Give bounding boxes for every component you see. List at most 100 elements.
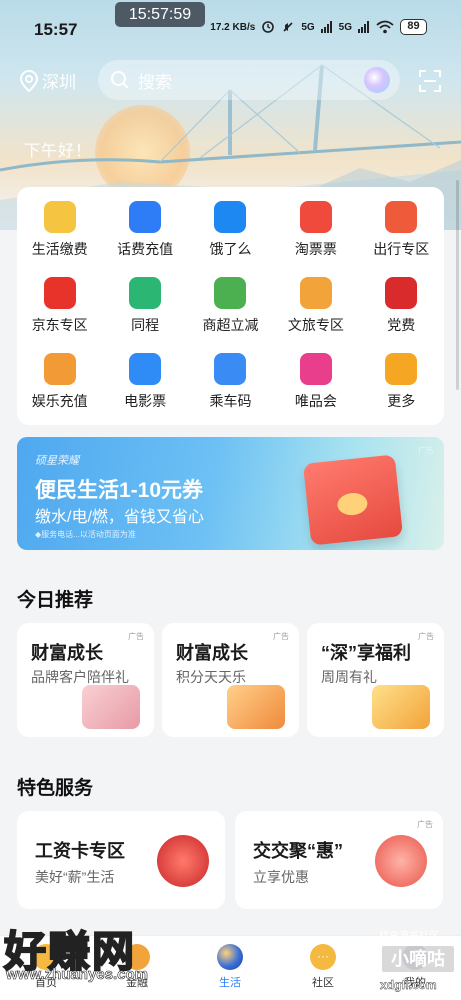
banner-subtitle: 缴水/电/燃，省钱又省心 xyxy=(35,509,204,526)
ride-qr-icon xyxy=(214,353,247,385)
recommend-subtitle: 周周有礼 xyxy=(321,669,377,685)
service-label: 同程 xyxy=(131,317,160,333)
watermark-tagline-right: 找资源关社区 xyxy=(379,931,439,942)
stage-gift-icon xyxy=(375,835,427,887)
mute-icon xyxy=(283,22,293,32)
taopiaopiao-icon xyxy=(299,201,332,233)
featured-subtitle: 立享优惠 xyxy=(253,869,309,885)
featured-subtitle: 美好“薪”生活 xyxy=(35,869,115,885)
service-item[interactable]: 淘票票 xyxy=(273,201,358,259)
ad-tag: 广告 xyxy=(128,632,144,641)
salary-card-gift-icon xyxy=(157,835,209,887)
banner-brand: 硕星荣耀 xyxy=(35,455,79,467)
battery-indicator: 89 xyxy=(400,19,427,35)
recommend-title: 财富成长 xyxy=(31,643,103,663)
search-icon xyxy=(111,71,129,89)
location-label: 深圳 xyxy=(42,73,76,92)
watermark-logo-right: 小嘀咕 xyxy=(380,944,456,974)
tongcheng-icon xyxy=(129,277,162,309)
service-label: 文旅专区 xyxy=(287,317,344,333)
featured-title: 工资卡专区 xyxy=(35,841,125,861)
service-item[interactable]: 话费充值 xyxy=(102,201,187,259)
scrollbar[interactable] xyxy=(456,180,459,390)
service-item[interactable]: 生活缴费 xyxy=(17,201,102,259)
service-label: 娱乐充值 xyxy=(31,393,88,409)
service-label: 唯品会 xyxy=(294,393,337,409)
entertainment-topup-icon xyxy=(43,353,76,385)
service-item[interactable]: 乘车码 xyxy=(188,353,273,411)
ad-tag: 广告 xyxy=(417,820,433,829)
status-time: 15:57 xyxy=(34,20,78,39)
service-label: 淘票票 xyxy=(294,241,337,257)
watermark-url-left: www.zhuanyes.com xyxy=(6,966,149,984)
service-item[interactable]: 文旅专区 xyxy=(273,277,358,335)
recommend-subtitle: 品牌客户陪伴礼 xyxy=(31,669,129,685)
service-label: 生活缴费 xyxy=(31,241,88,257)
service-item[interactable]: 京东专区 xyxy=(17,277,102,335)
ad-tag: 广告 xyxy=(273,632,289,641)
life-icon xyxy=(217,944,243,970)
promo-banner[interactable]: 硕星荣耀 便民生活1-10元券 缴水/电/燃，省钱又省心 ◆服务电话...以活动… xyxy=(17,437,444,550)
ad-tag: 广告 xyxy=(418,632,434,641)
party-emblem-icon xyxy=(385,277,418,309)
location-selector[interactable]: 深圳 xyxy=(20,68,76,93)
featured-title: 交交聚“惠” xyxy=(253,841,343,861)
service-grid-card: 生活缴费 话费充值 饿了么 淘票票 出行专区京东专区 同程 商超立减 文旅专区 党费娱乐充值 电影… xyxy=(17,187,444,425)
eleme-icon xyxy=(214,201,247,233)
service-grid: 生活缴费 话费充值 饿了么 淘票票 出行专区京东专区 同程 商超立减 文旅专区 党费娱乐充值 电影… xyxy=(17,201,444,411)
recommend-card-2[interactable]: 财富成长 积分天天乐 广告 xyxy=(162,623,299,737)
net-speed: 17.2 KB/s xyxy=(210,21,256,33)
service-item[interactable]: 出行专区 xyxy=(359,201,444,259)
tab-community[interactable]: ··· 社区 xyxy=(288,944,358,990)
service-label: 出行专区 xyxy=(373,241,430,257)
culture-travel-icon xyxy=(299,277,332,309)
scan-icon[interactable] xyxy=(419,70,441,92)
ad-tag: 广告 xyxy=(418,446,434,455)
more-grid-icon xyxy=(385,353,418,385)
jd-icon xyxy=(43,277,76,309)
recommend-title: “深”享福利 xyxy=(321,643,411,663)
signal-1: 5G xyxy=(301,21,315,33)
voice-assistant-orb-icon[interactable] xyxy=(364,67,390,93)
signal-2: 5G xyxy=(338,21,352,33)
section-title-today: 今日推荐 xyxy=(17,590,94,611)
tab-life[interactable]: 生活 xyxy=(195,944,265,990)
service-item[interactable]: 唯品会 xyxy=(273,353,358,411)
service-item[interactable]: 电影票 xyxy=(102,353,187,411)
recommend-title: 财富成长 xyxy=(176,643,248,663)
recommend-card-3[interactable]: “深”享福利 周周有礼 广告 xyxy=(307,623,444,737)
alarm-icon xyxy=(262,21,275,33)
recommend-card-1[interactable]: 财富成长 品牌客户陪伴礼 广告 xyxy=(17,623,154,737)
service-item[interactable]: 娱乐充值 xyxy=(17,353,102,411)
featured-card-discount[interactable]: 交交聚“惠” 立享优惠 广告 xyxy=(235,811,443,909)
top-bar: 深圳 搜索 xyxy=(0,60,461,102)
greeting: 下午好！ xyxy=(24,143,93,160)
recommend-subtitle: 积分天天乐 xyxy=(176,669,246,685)
movie-clapper-icon xyxy=(129,353,162,385)
supermarket-basket-icon xyxy=(214,277,247,309)
service-item[interactable]: 饿了么 xyxy=(188,201,273,259)
search-bar[interactable]: 搜索 xyxy=(98,60,400,100)
clock-overlay: 15:57:59 xyxy=(115,2,205,27)
wifi-icon xyxy=(376,20,394,34)
banner-fineprint: ◆服务电话...以活动页面为准 xyxy=(35,530,136,539)
featured-card-salary[interactable]: 工资卡专区 美好“薪”生活 xyxy=(17,811,225,909)
status-icons: 17.2 KB/s 5G 5G 89 xyxy=(210,19,427,35)
tab-label: 社区 xyxy=(312,977,334,989)
service-label: 商超立减 xyxy=(202,317,259,333)
signal-bars-icon xyxy=(358,21,369,33)
service-label: 更多 xyxy=(387,393,416,409)
travel-map-icon xyxy=(385,201,418,233)
service-item[interactable]: 商超立减 xyxy=(188,277,273,335)
status-bar: 15:57 15:57:59 17.2 KB/s 5G 5G 89 xyxy=(0,0,461,58)
watermark-url-right: xdgfl.com xyxy=(380,978,437,992)
banner-title: 便民生活1-10元券 xyxy=(35,479,204,502)
search-placeholder: 搜索 xyxy=(138,72,172,92)
service-item[interactable]: 党费 xyxy=(359,277,444,335)
tab-label: 生活 xyxy=(219,977,241,989)
service-item[interactable]: 更多 xyxy=(359,353,444,411)
utility-bill-icon xyxy=(43,201,76,233)
service-item[interactable]: 同程 xyxy=(102,277,187,335)
signal-bars-icon xyxy=(320,21,332,33)
service-label: 党费 xyxy=(387,317,416,333)
